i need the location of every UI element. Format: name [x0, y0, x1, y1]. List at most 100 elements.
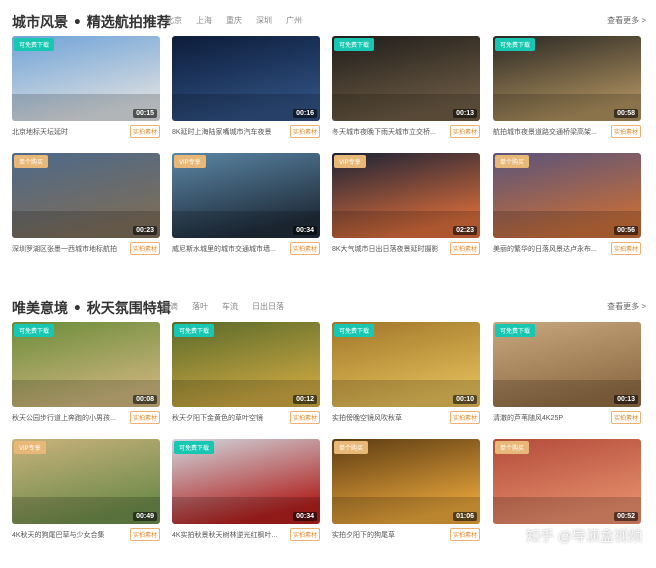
- video-thumbnail[interactable]: 可免费下载 00:13: [332, 36, 480, 121]
- video-card[interactable]: 单个购买 01:06 实拍夕阳下的狗尾草 实拍素材: [332, 439, 480, 547]
- duration-label: 00:34: [293, 226, 317, 235]
- license-badge: 可免费下载: [495, 38, 536, 51]
- video-caption[interactable]: 深圳罗湖区张墨一西城市地标航拍: [12, 244, 124, 254]
- video-caption[interactable]: 威尼斯水城里的城市交通城市墙...: [172, 244, 284, 254]
- video-thumbnail[interactable]: 可免费下载 00:13: [493, 322, 641, 407]
- video-caption[interactable]: 4K实拍秋景秋天树林逆光红枫叶...: [172, 530, 284, 540]
- footage-type-tag: 实拍素材: [289, 242, 320, 255]
- video-caption[interactable]: 8K大气城市日出日落夜景延时摄影: [332, 244, 444, 254]
- tag-shanghai[interactable]: 上海: [196, 15, 212, 26]
- video-thumbnail[interactable]: 可免费下载 00:58: [493, 36, 641, 121]
- watermark: 知乎 @导演盒视频: [525, 528, 642, 544]
- video-thumbnail[interactable]: VIP专享 00:34: [172, 153, 320, 238]
- license-badge: VIP专享: [334, 155, 366, 168]
- duration-label: 00:52: [614, 512, 638, 521]
- footage-type-tag: 实拍素材: [129, 242, 160, 255]
- video-thumbnail[interactable]: 单个购买 01:06: [332, 439, 480, 524]
- section-city-scenery: 城市风景 • 精选航拍推荐 北京 上海 重庆 深圳 广州 查看更多 > 可免费下…: [0, 10, 656, 270]
- view-more-link[interactable]: 查看更多 >: [607, 301, 646, 312]
- duration-label: 00:34: [293, 512, 317, 521]
- video-caption[interactable]: 实拍夕阳下的狗尾草: [332, 530, 444, 540]
- video-card[interactable]: 单个购买 00:23 深圳罗湖区张墨一西城市地标航拍 实拍素材: [12, 153, 160, 261]
- tag-guangzhou[interactable]: 广州: [286, 15, 302, 26]
- duration-label: 00:10: [453, 395, 477, 404]
- footage-type-tag: 实拍素材: [610, 242, 641, 255]
- video-card[interactable]: VIP专享 02:23 8K大气城市日出日落夜景延时摄影 实拍素材: [332, 153, 480, 261]
- video-caption[interactable]: 清澈的芦苇随风4K25P: [493, 413, 605, 423]
- section-title: 唯美意境 • 秋天氛围特辑: [12, 301, 171, 317]
- video-card[interactable]: 00:16 8K延时上海陆家嘴城市汽车夜景 实拍素材: [172, 36, 320, 144]
- video-card[interactable]: 可免费下载 00:10 实拍傍晚空镜风吹秋草 实拍素材: [332, 322, 480, 430]
- video-card[interactable]: 可免费下载 00:13 冬天城市夜晚下雨天城市立交桥... 实拍素材: [332, 36, 480, 144]
- duration-label: 00:23: [133, 226, 157, 235]
- video-thumbnail[interactable]: 可免费下载 00:12: [172, 322, 320, 407]
- video-card[interactable]: 可免费下载 00:15 北京地标天坛延时 实拍素材: [12, 36, 160, 144]
- video-caption[interactable]: 秋天夕阳下金黄色的草叶空镜: [172, 413, 284, 423]
- tag-shenzhen[interactable]: 深圳: [256, 15, 272, 26]
- video-caption[interactable]: 实拍傍晚空镜风吹秋草: [332, 413, 444, 423]
- tag-beijing[interactable]: 北京: [166, 15, 182, 26]
- video-thumbnail[interactable]: 可免费下载 00:10: [332, 322, 480, 407]
- video-thumbnail[interactable]: 00:16: [172, 36, 320, 121]
- section-title: 城市风景 • 精选航拍推荐: [12, 15, 171, 31]
- video-thumbnail[interactable]: 可免费下载 00:34: [172, 439, 320, 524]
- video-thumbnail[interactable]: 可免费下载 00:08: [12, 322, 160, 407]
- section-tag-list: 雨滴 落叶 车流 日出日落: [162, 301, 284, 312]
- video-card[interactable]: VIP专享 00:49 4K秋天的狗尾巴草与少女合集 实拍素材: [12, 439, 160, 547]
- video-caption[interactable]: 北京地标天坛延时: [12, 127, 124, 137]
- duration-label: 02:23: [453, 226, 477, 235]
- duration-label: 00:12: [293, 395, 317, 404]
- video-caption[interactable]: 8K延时上海陆家嘴城市汽车夜景: [172, 127, 284, 137]
- video-card[interactable]: 可免费下载 00:12 秋天夕阳下金黄色的草叶空镜 实拍素材: [172, 322, 320, 430]
- footage-type-tag: 实拍素材: [610, 411, 641, 424]
- video-thumbnail[interactable]: VIP专享 02:23: [332, 153, 480, 238]
- footage-type-tag: 实拍素材: [289, 125, 320, 138]
- duration-label: 00:16: [293, 109, 317, 118]
- footage-type-tag: 实拍素材: [610, 125, 641, 138]
- license-badge: VIP专享: [174, 155, 206, 168]
- duration-label: 00:13: [614, 395, 638, 404]
- license-badge: 单个购买: [334, 441, 369, 454]
- license-badge: 可免费下载: [14, 38, 55, 51]
- video-caption[interactable]: 冬天城市夜晚下雨天城市立交桥...: [332, 127, 444, 137]
- footage-type-tag: 实拍素材: [289, 528, 320, 541]
- section-header: 唯美意境 • 秋天氛围特辑 雨滴 落叶 车流 日出日落 查看更多 >: [0, 296, 656, 318]
- license-badge: 可免费下载: [334, 324, 375, 337]
- video-caption[interactable]: 4K秋天的狗尾巴草与少女合集: [12, 530, 124, 540]
- section-tag-list: 北京 上海 重庆 深圳 广州: [166, 15, 302, 26]
- tag-raindrop[interactable]: 雨滴: [162, 301, 178, 312]
- tag-fallen-leaves[interactable]: 落叶: [192, 301, 208, 312]
- license-badge: 单个购买: [495, 441, 530, 454]
- tag-sunrise-sunset[interactable]: 日出日落: [252, 301, 284, 312]
- video-card[interactable]: 可免费下载 00:58 航拍城市夜景道路交通桥梁高架... 实拍素材: [493, 36, 641, 144]
- tag-traffic[interactable]: 车流: [222, 301, 238, 312]
- video-thumbnail[interactable]: VIP专享 00:49: [12, 439, 160, 524]
- video-card[interactable]: VIP专享 00:34 威尼斯水城里的城市交通城市墙... 实拍素材: [172, 153, 320, 261]
- video-thumbnail[interactable]: 单个购买 00:56: [493, 153, 641, 238]
- license-badge: 单个购买: [495, 155, 530, 168]
- footage-type-tag: 实拍素材: [449, 125, 480, 138]
- video-thumbnail[interactable]: 可免费下载 00:15: [12, 36, 160, 121]
- duration-label: 00:08: [133, 395, 157, 404]
- tag-chongqing[interactable]: 重庆: [226, 15, 242, 26]
- license-badge: 可免费下载: [334, 38, 375, 51]
- video-card[interactable]: 单个购买 00:56 美丽的繁华的日落风景达卢永布... 实拍素材: [493, 153, 641, 261]
- license-badge: VIP专享: [14, 441, 46, 454]
- duration-label: 00:49: [133, 512, 157, 521]
- duration-label: 00:56: [614, 226, 638, 235]
- video-caption[interactable]: 秋天公园步行道上奔跑的小男孩...: [12, 413, 124, 423]
- footage-type-tag: 实拍素材: [129, 528, 160, 541]
- video-caption[interactable]: 航拍城市夜景道路交通桥梁高架...: [493, 127, 605, 137]
- footage-type-tag: 实拍素材: [449, 411, 480, 424]
- view-more-link[interactable]: 查看更多 >: [607, 15, 646, 26]
- duration-label: 00:15: [133, 109, 157, 118]
- license-badge: 可免费下载: [174, 324, 215, 337]
- license-badge: 单个购买: [14, 155, 49, 168]
- video-card[interactable]: 可免费下载 00:13 清澈的芦苇随风4K25P 实拍素材: [493, 322, 641, 430]
- video-card[interactable]: 可免费下载 00:34 4K实拍秋景秋天树林逆光红枫叶... 实拍素材: [172, 439, 320, 547]
- video-caption[interactable]: 美丽的繁华的日落风景达卢永布...: [493, 244, 605, 254]
- video-card[interactable]: 可免费下载 00:08 秋天公园步行道上奔跑的小男孩... 实拍素材: [12, 322, 160, 430]
- video-thumbnail[interactable]: 单个购买 00:52: [493, 439, 641, 524]
- video-thumbnail[interactable]: 单个购买 00:23: [12, 153, 160, 238]
- footage-type-tag: 实拍素材: [129, 411, 160, 424]
